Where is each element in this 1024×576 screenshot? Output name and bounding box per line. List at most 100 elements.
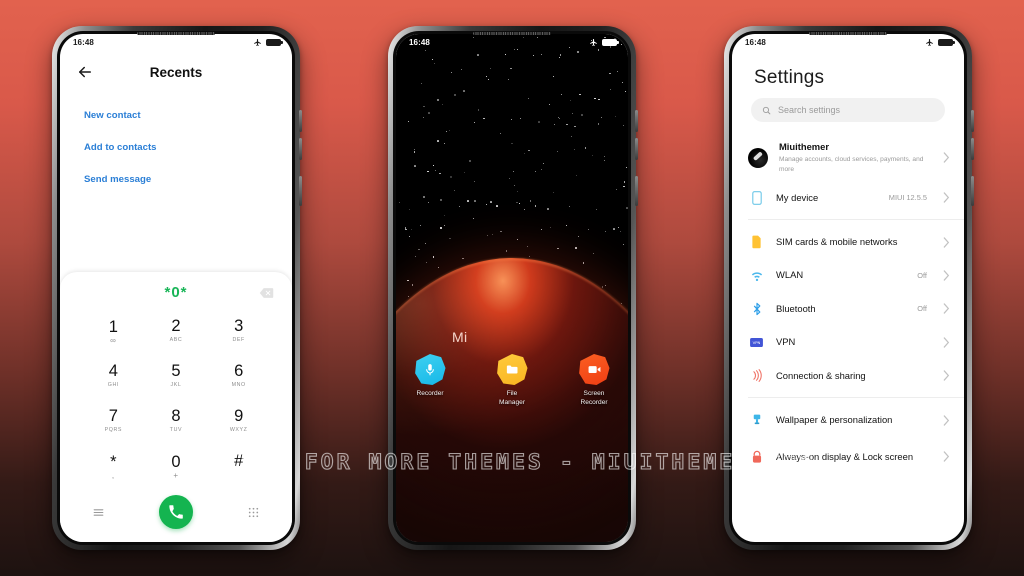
app-screen-recorder[interactable]: Screen Recorder [568, 354, 620, 407]
power-button[interactable] [971, 176, 974, 206]
app-file-manager[interactable]: File Manager [486, 354, 538, 407]
key-number: # [234, 452, 244, 470]
action-add-to-contacts[interactable]: Add to contacts [84, 131, 292, 163]
key-sublabel: ∞ [110, 335, 117, 345]
speaker-grille [473, 32, 551, 35]
key-sublabel: TUV [169, 427, 183, 433]
key-number: 8 [171, 407, 181, 425]
volume-down-button[interactable] [635, 138, 638, 160]
dial-key[interactable]: 2 ABC [145, 308, 208, 353]
key-number: 6 [234, 362, 244, 380]
keypad-grid-icon[interactable] [247, 506, 260, 519]
key-sublabel: ABC [169, 337, 183, 343]
airplane-icon [590, 38, 597, 46]
key-number: 9 [234, 407, 244, 425]
app-recorder[interactable]: Recorder [404, 354, 456, 407]
device-icon [748, 190, 765, 205]
settings-row-always-on-display[interactable]: Always-on display & Lock screen [732, 437, 964, 477]
chevron-right-icon [943, 370, 950, 381]
chevron-right-icon [943, 152, 950, 163]
power-button[interactable] [635, 176, 638, 206]
key-sublabel: JKL [170, 382, 182, 388]
dial-key[interactable]: *, [82, 443, 145, 488]
key-number: 4 [108, 362, 118, 380]
screenshot-stage: 16:48 Recents New contact Add to contact… [0, 0, 1024, 576]
status-bar: 16:48 [732, 34, 964, 51]
row-value: Off [917, 304, 927, 314]
settings-row-wlan[interactable]: WLAN Off [732, 259, 964, 292]
dial-key[interactable]: 8 TUV [145, 398, 208, 443]
app-label: File Manager [498, 390, 526, 406]
battery-icon [602, 38, 619, 47]
status-time: 16:48 [409, 38, 430, 47]
dial-key[interactable]: 9 WXYZ [207, 398, 270, 443]
dial-key[interactable]: 7 PQRS [82, 398, 145, 443]
dialpad-keys: 1 ∞ 2 ABC 3 DEF 4 GHI 5 JKL 6 MNO 7 PQRS 8 TUV 9… [60, 306, 292, 488]
airplane-icon [254, 38, 261, 46]
search-input[interactable]: Search settings [751, 98, 945, 122]
row-label: VPN [776, 336, 796, 348]
power-button[interactable] [299, 176, 302, 206]
dial-key[interactable]: # [207, 443, 270, 488]
volume-down-button[interactable] [971, 138, 974, 160]
dial-key[interactable]: 1 ∞ [82, 308, 145, 353]
phone-device-settings: 16:48 Settings Search settings Miuitheme… [724, 26, 974, 550]
dialer-header: Recents [60, 51, 292, 93]
row-label: My device [776, 191, 819, 203]
backspace-icon[interactable] [259, 287, 274, 298]
chevron-right-icon [943, 451, 950, 462]
settings-row-connection-sharing[interactable]: Connection & sharing [732, 359, 964, 392]
call-button[interactable] [159, 495, 193, 529]
row-label: Bluetooth [776, 302, 816, 314]
page-title: Settings [754, 67, 825, 88]
volume-up-button[interactable] [299, 110, 302, 132]
settings-row-bluetooth[interactable]: Bluetooth Off [732, 292, 964, 325]
action-send-message[interactable]: Send message [84, 163, 292, 195]
dial-key[interactable]: 5 JKL [145, 353, 208, 398]
avatar [748, 147, 768, 168]
dial-key[interactable]: 0 + [145, 443, 208, 488]
dial-key[interactable]: 3 DEF [207, 308, 270, 353]
volume-up-button[interactable] [971, 110, 974, 132]
chevron-right-icon [943, 337, 950, 348]
key-number: 0 [171, 453, 181, 472]
sim-card-icon [748, 235, 765, 249]
settings-row-my-device[interactable]: My device MIUI 12.5.5 [732, 181, 964, 214]
volume-up-button[interactable] [635, 110, 638, 132]
settings-row-account[interactable]: Miuithemer Manage accounts, cloud servic… [732, 134, 964, 181]
chevron-right-icon [943, 236, 950, 248]
phone-screen-settings: 16:48 Settings Search settings Miuitheme… [732, 34, 964, 542]
row-label: SIM cards & mobile networks [776, 236, 898, 248]
video-camera-icon [579, 354, 610, 385]
dial-key[interactable]: 6 MNO [207, 353, 270, 398]
row-label: Always-on display & Lock screen [776, 450, 914, 462]
back-arrow-icon[interactable] [76, 63, 94, 81]
status-icons [589, 38, 619, 47]
settings-row-sim-cards[interactable]: SIM cards & mobile networks [732, 225, 964, 258]
key-sublabel: GHI [107, 382, 119, 388]
speaker-grille [137, 32, 215, 35]
key-number: 5 [171, 362, 181, 380]
list-divider [748, 397, 964, 399]
key-sublabel: + [173, 470, 179, 480]
menu-icon[interactable] [92, 506, 105, 519]
page-title: Recents [149, 64, 203, 80]
wallpaper [396, 34, 628, 542]
lock-icon [748, 450, 765, 464]
status-time: 16:48 [745, 38, 766, 47]
wallpaper-icon [748, 414, 765, 427]
action-new-contact[interactable]: New contact [84, 99, 292, 131]
list-divider [748, 219, 964, 221]
settings-list: Miuithemer Manage accounts, cloud servic… [732, 134, 964, 542]
row-label: WLAN [776, 269, 804, 281]
status-time: 16:48 [73, 38, 94, 47]
chevron-right-icon [943, 192, 950, 203]
status-bar: 16:48 [60, 34, 292, 51]
wallpaper-mi-label: Mi [452, 329, 468, 345]
settings-row-vpn[interactable]: VPN VPN [732, 326, 964, 359]
settings-row-wallpaper[interactable]: Wallpaper & personalization [732, 403, 964, 436]
volume-down-button[interactable] [299, 138, 302, 160]
dial-key[interactable]: 4 GHI [82, 353, 145, 398]
search-placeholder: Search settings [778, 105, 841, 115]
phone-bezel: 16:48 Settings Search settings Miuitheme… [729, 31, 967, 545]
